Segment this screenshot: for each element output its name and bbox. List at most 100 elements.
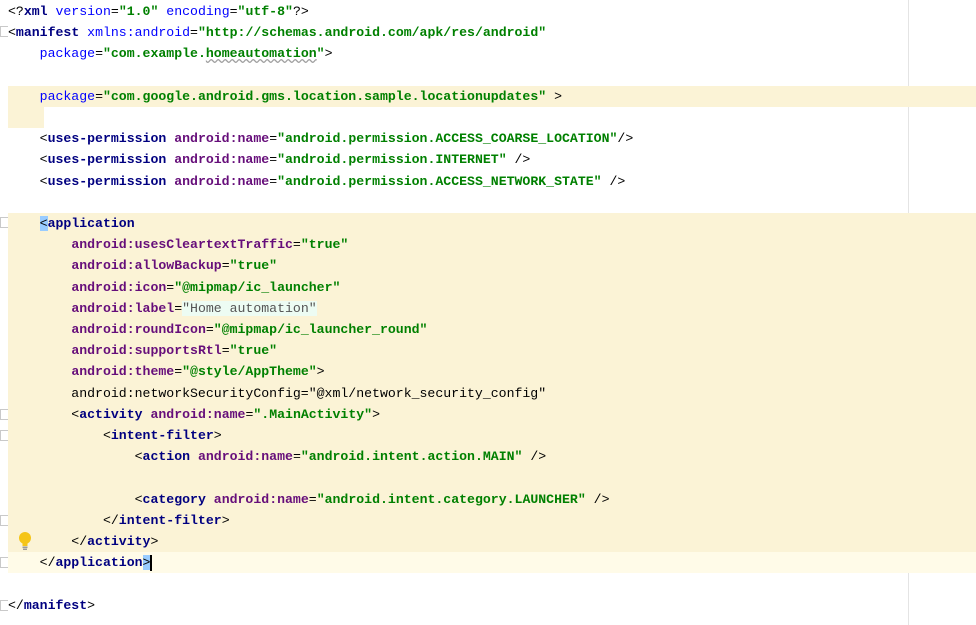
code-token: <? [8,4,24,19]
code-line[interactable]: <?xml version="1.0" encoding="utf-8"?> [8,1,976,22]
code-line[interactable]: android:supportsRtl="true" [8,340,976,362]
code-line[interactable]: <uses-permission android:name="android.p… [8,128,976,149]
code-token: > [150,534,159,549]
code-token: </ [8,555,56,571]
code-line[interactable]: <uses-permission android:name="android.p… [8,171,976,192]
code-token: android [71,343,127,359]
code-line[interactable]: android:theme="@style/AppTheme"> [8,361,976,383]
code-token: android [71,300,127,316]
code-line[interactable] [8,65,976,86]
code-token: intent-filter [118,512,222,528]
fold-marker-icon[interactable] [0,515,8,526]
code-token: /> [506,152,531,168]
code-token: < [8,406,80,422]
code-token: :supportsRtl [126,343,222,359]
code-line[interactable]: </activity> [8,531,976,553]
code-token: manifest [15,25,88,41]
code-token: ".MainActivity" [253,406,373,422]
code-token: /> [522,449,547,465]
code-token: = [269,152,278,168]
code-token: < [8,152,48,168]
code-line[interactable]: android:label="Home automation" [8,297,976,319]
code-token: application [47,216,135,231]
code-line[interactable]: android:icon="@mipmap/ic_launcher" [8,276,976,298]
code-token: = [269,173,278,189]
code-token: uses-permission [47,152,175,168]
code-token: "com.google.android.gms.location.sample. [102,88,420,104]
code-token: /> [617,131,634,147]
code-token: < [8,131,48,147]
code-token: version [55,4,111,19]
code-line[interactable]: android:usesCleartextTraffic="true" [8,234,976,256]
code-line[interactable]: <manifest xmlns:android="http://schemas.… [8,22,976,43]
fold-marker-icon[interactable] [0,26,8,37]
code-line[interactable]: </manifest> [8,595,976,616]
code-token: /> [601,173,626,189]
code-line[interactable]: package="com.google.android.gms.location… [8,85,976,107]
code-token: = [205,322,214,337]
code-token: "utf-8" [237,4,293,19]
code-token: uses-permission [47,131,175,147]
code-token: android [71,258,127,274]
code-token: "true" [229,343,278,359]
code-line[interactable]: <action android:name="android.intent.act… [8,446,976,468]
code-line[interactable]: android:networkSecurityConfig="@xml/netw… [8,382,976,404]
code-token: android [174,152,230,168]
code-line[interactable]: android:roundIcon="@mipmap/ic_launcher_r… [8,319,976,341]
code-line[interactable]: <application [8,213,976,235]
code-token: android [134,25,191,41]
code-line[interactable]: <category android:name="android.intent.c… [8,488,976,510]
fold-marker-icon[interactable] [0,217,8,228]
code-line[interactable] [8,467,976,489]
code-token: :name [229,173,270,189]
code-line[interactable] [8,192,976,213]
code-token: "android.intent.action.MAIN" [300,449,523,465]
text-caret [150,554,153,571]
code-line[interactable]: </application> [8,552,976,574]
code-token: uses-permission [47,173,175,189]
code-line[interactable]: <uses-permission android:name="android.p… [8,149,976,170]
code-token: android [71,279,127,295]
code-token: < [39,216,48,231]
code-token: :label [126,300,175,316]
code-token: manifest [23,597,88,613]
code-line[interactable] [8,107,976,129]
code-token: < [8,449,143,465]
lightbulb-icon[interactable] [18,531,32,551]
code-token: > [142,555,151,571]
code-token: "1.0" [118,4,167,19]
code-token: " [538,88,547,104]
code-token: encoding [166,4,230,19]
fold-marker-icon[interactable] [0,430,8,441]
code-token: < [8,491,143,507]
code-token: category [142,491,214,507]
code-token: :name [253,449,293,465]
code-token: android [71,364,127,380]
code-line[interactable]: </intent-filter> [8,509,976,531]
code-line[interactable]: android:allowBackup="true" [8,255,976,277]
code-token: :name [269,491,309,507]
code-token: package [39,88,96,104]
code-line[interactable] [8,573,976,594]
code-token: = [110,4,119,19]
code-token: = [95,88,103,104]
code-token: "android.permission.ACCESS_NETWORK_STATE… [277,173,602,189]
code-token: android [71,237,127,253]
fold-marker-icon[interactable] [0,557,8,568]
code-token: android [174,173,230,189]
code-line[interactable]: <activity android:name=".MainActivity"> [8,403,976,425]
code-line[interactable]: package="com.example.homeautomation"> [8,43,976,64]
code-token: "com.example. [102,46,206,62]
code-token: < [8,173,48,189]
code-line[interactable]: <intent-filter> [8,425,976,447]
code-token: > [87,597,96,613]
code-token: > [221,512,230,528]
code-token: > [213,428,222,443]
fold-marker-icon[interactable] [0,409,8,420]
code-editor[interactable]: <?xml version="1.0" encoding="utf-8"?> <m… [0,0,976,625]
fold-marker-icon[interactable] [0,600,8,611]
code-token: = [229,4,238,19]
code-token: = [221,258,230,274]
